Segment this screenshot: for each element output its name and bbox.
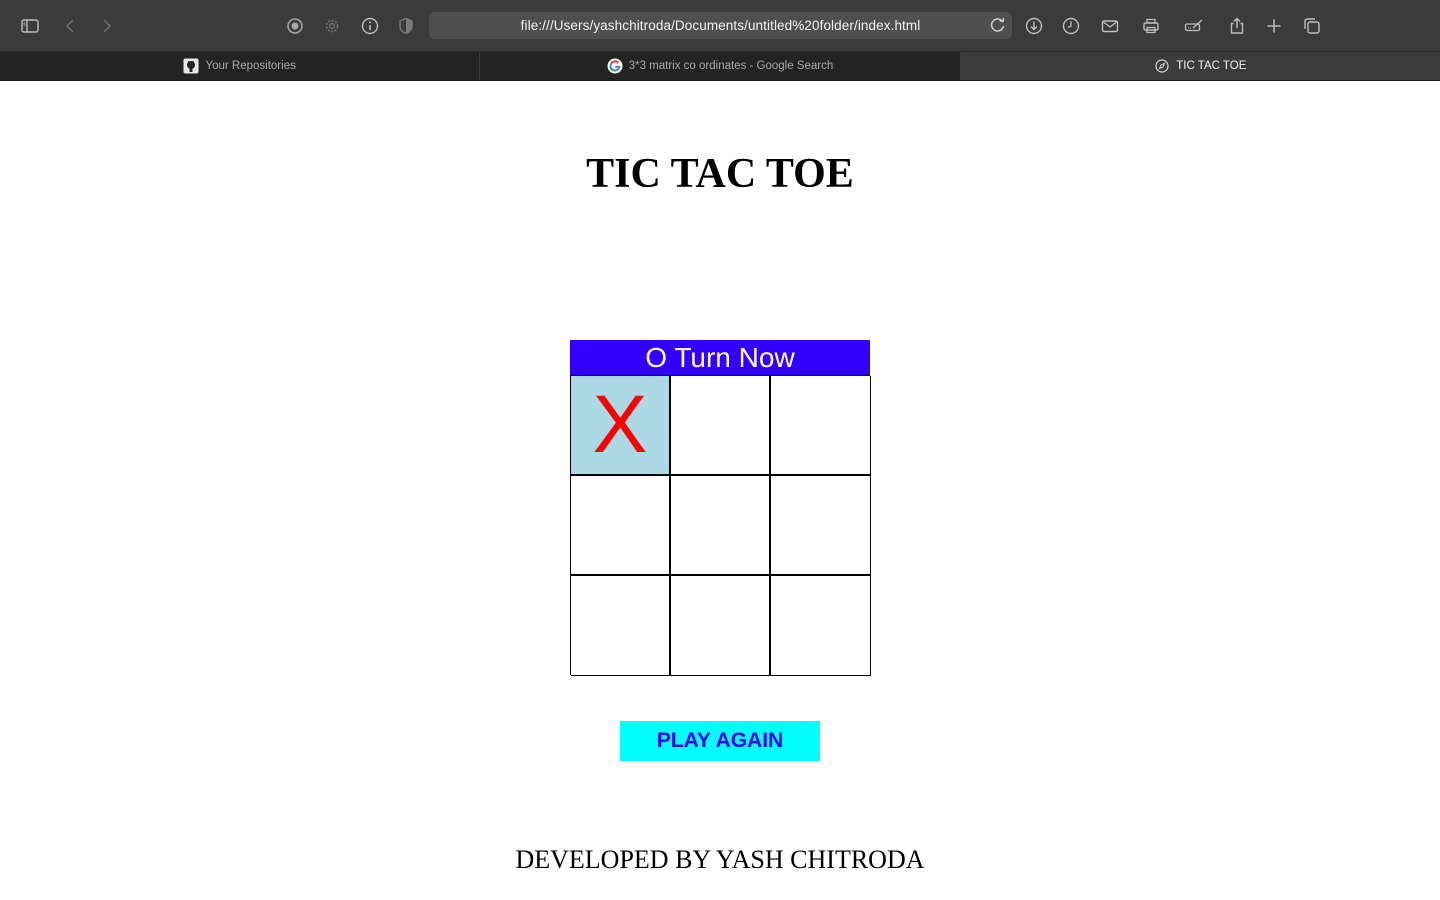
browser-toolbar: file:///Users/yashchitroda/Documents/unt…	[0, 0, 1440, 52]
address-url: file:///Users/yashchitroda/Documents/unt…	[520, 18, 921, 33]
board-cell-2[interactable]	[671, 376, 771, 476]
tab-label: Your Repositories	[205, 60, 296, 72]
game-board: X	[570, 375, 871, 676]
back-icon[interactable]	[59, 14, 83, 38]
board-cell-7[interactable]	[571, 576, 671, 676]
download-icon[interactable]	[1022, 14, 1046, 38]
tab-google-search[interactable]: 3*3 matrix co ordinates - Google Search	[480, 52, 961, 80]
annotate-icon[interactable]	[1182, 14, 1206, 38]
record-icon[interactable]	[283, 14, 307, 38]
board-cell-9[interactable]	[771, 576, 871, 676]
google-icon	[607, 58, 623, 74]
board-cell-1[interactable]: X	[571, 376, 671, 476]
forward-icon[interactable]	[94, 14, 118, 38]
tab-label: 3*3 matrix co ordinates - Google Search	[628, 60, 834, 72]
sidebar-toggle-icon[interactable]	[18, 14, 42, 38]
turn-indicator: O Turn Now	[570, 340, 870, 375]
board-cell-5[interactable]	[671, 476, 771, 576]
mail-icon[interactable]	[1098, 14, 1122, 38]
board-cell-4[interactable]	[571, 476, 671, 576]
compass-icon	[1154, 58, 1170, 74]
tab-overview-icon[interactable]	[1300, 14, 1324, 38]
board-cell-8[interactable]	[671, 576, 771, 676]
footer-credit: DEVELOPED BY YASH CHITRODA	[515, 845, 925, 874]
print-icon[interactable]	[1139, 14, 1163, 38]
gear-icon[interactable]	[320, 14, 344, 38]
address-bar[interactable]: file:///Users/yashchitroda/Documents/unt…	[429, 12, 1012, 39]
new-tab-plus-icon[interactable]	[1262, 14, 1286, 38]
game-container: O Turn Now X	[570, 340, 871, 676]
tab-your-repositories[interactable]: Your Repositories	[0, 52, 481, 80]
board-cell-3[interactable]	[771, 376, 871, 476]
board-cell-6[interactable]	[771, 476, 871, 576]
play-again-button[interactable]: PLAY AGAIN	[620, 721, 820, 761]
reload-icon[interactable]	[988, 15, 1008, 35]
github-icon	[183, 58, 199, 74]
page-title: TIC TAC TOE	[586, 151, 854, 197]
tab-label: TIC TAC TOE	[1176, 60, 1247, 72]
tab-tic-tac-toe[interactable]: TIC TAC TOE	[960, 52, 1440, 80]
shield-icon[interactable]	[394, 14, 418, 38]
share-icon[interactable]	[1225, 14, 1249, 38]
history-clock-icon[interactable]	[1059, 14, 1083, 38]
info-icon[interactable]	[358, 14, 382, 38]
tab-bar: Your Repositories 3*3 matrix co ordinate…	[0, 52, 1440, 81]
